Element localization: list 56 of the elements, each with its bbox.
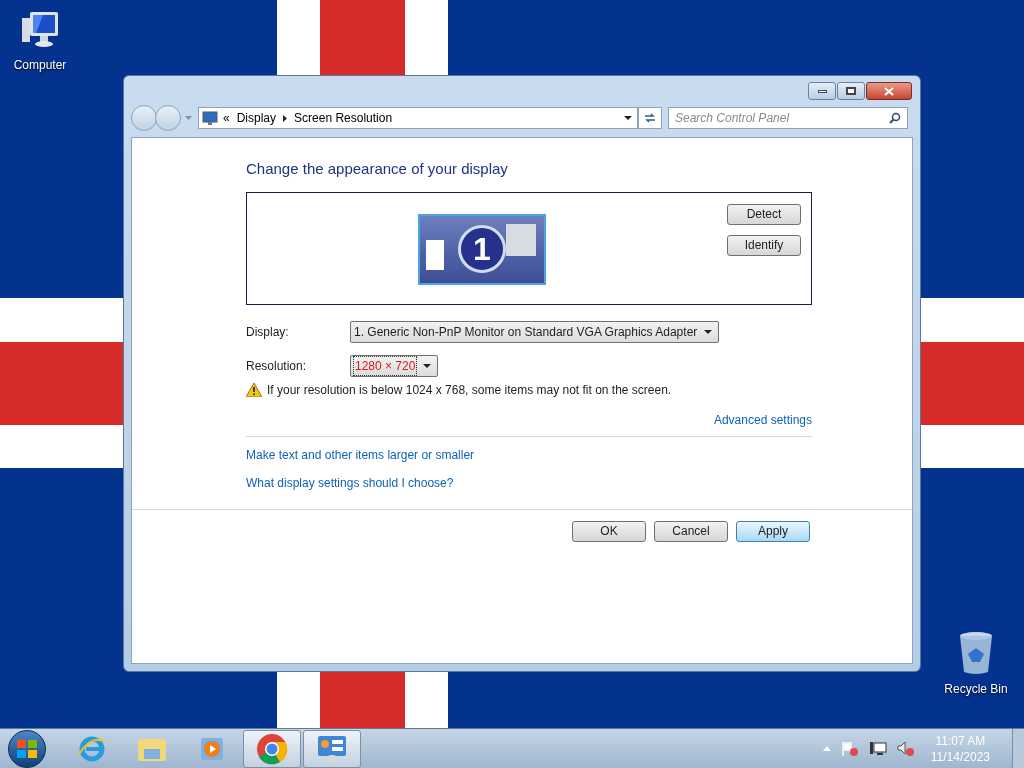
monitor-number: 1	[458, 225, 506, 273]
warning-text: If your resolution is below 1024 x 768, some items may not fit on the screen.	[267, 381, 672, 399]
button[interactable]: Cancel	[654, 520, 728, 542]
warning-icon	[246, 382, 262, 397]
address-prefix[interactable]: «	[223, 109, 230, 127]
dropdown[interactable]: 1280 × 720	[350, 354, 439, 377]
dropdown-arrow-icon	[185, 116, 192, 120]
dropdown-arrow-icon	[704, 329, 713, 334]
play-icon	[199, 735, 225, 762]
dropdown[interactable]: 1. Generic Non-PnP Monitor on Standard VGA Graphics Adapter	[350, 320, 720, 343]
taskbar-button[interactable]	[243, 729, 301, 768]
breadcrumb-item[interactable]: Display	[236, 109, 277, 127]
speaker-muted-icon	[896, 740, 915, 757]
window-thumbnail	[426, 239, 444, 270]
monitor-preview[interactable]: 1	[418, 213, 546, 285]
minimize-button[interactable]	[808, 82, 836, 100]
desktop-icon-label[interactable]: Recycle Bin	[944, 680, 1008, 698]
refresh-button[interactable]	[638, 107, 662, 129]
chrome-icon	[256, 732, 288, 765]
show-desktop-button[interactable]	[1012, 728, 1024, 768]
button[interactable]: Detect	[727, 203, 801, 225]
start-button[interactable]	[8, 729, 46, 768]
close-icon	[884, 86, 894, 96]
button[interactable]: Identify	[727, 234, 801, 256]
breadcrumb-item[interactable]: Screen Resolution	[294, 109, 393, 127]
back-button[interactable]	[131, 105, 157, 131]
windows-logo-icon	[17, 739, 37, 758]
flag-icon	[840, 740, 859, 757]
dropdown-value: 1280 × 720	[353, 355, 418, 376]
button[interactable]: Apply	[736, 520, 810, 542]
dropdown-arrow-icon	[624, 116, 632, 120]
monitor-icon	[202, 111, 218, 125]
network-icon	[868, 740, 887, 757]
button[interactable]: OK	[572, 520, 646, 542]
help-link[interactable]: Make text and other items larger or smaller	[246, 445, 475, 464]
advanced-settings-link[interactable]: Advanced settings	[713, 410, 812, 429]
forward-button[interactable]	[155, 105, 181, 131]
field-label: Display:	[246, 323, 290, 341]
maximize-button[interactable]	[837, 82, 865, 100]
window-thumbnail	[506, 223, 536, 256]
show-hidden-icons-icon	[822, 746, 831, 751]
field-label: Resolution:	[246, 357, 308, 375]
page-heading: Change the appearance of your display	[246, 159, 509, 179]
taskbar-button[interactable]	[303, 729, 361, 768]
search-field[interactable]: Search Control Panel	[668, 107, 908, 129]
search-icon	[889, 112, 901, 124]
address-bar[interactable]: « Display Screen Resolution	[198, 107, 638, 129]
control-panel-icon	[316, 733, 348, 764]
dropdown-value: 1. Generic Non-PnP Monitor on Standard VGA Graphics Adapter	[353, 323, 699, 341]
close-button[interactable]	[866, 82, 912, 100]
breadcrumb-arrow-icon	[283, 114, 288, 122]
desktop-icon-label[interactable]: Computer	[13, 56, 67, 74]
help-link[interactable]: What display settings should I choose?	[246, 473, 454, 492]
refresh-icon	[643, 112, 657, 124]
dropdown-arrow-icon	[423, 363, 432, 368]
search-placeholder: Search Control Panel	[675, 110, 790, 127]
